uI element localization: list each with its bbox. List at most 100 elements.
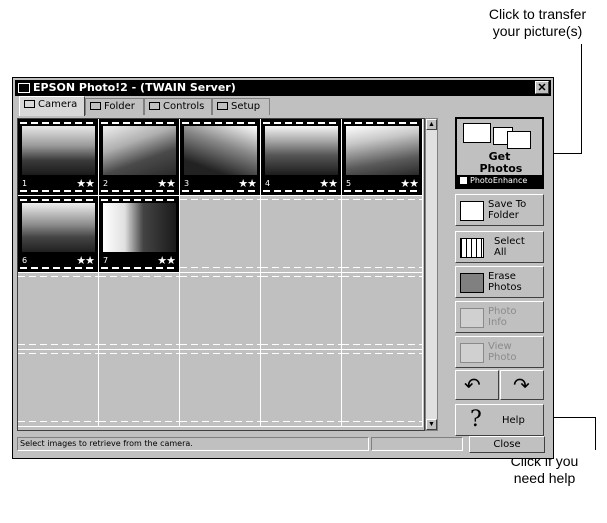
thumbnail-slot[interactable] — [342, 196, 423, 273]
window-close-button[interactable]: ✕ — [535, 81, 549, 94]
vertical-scrollbar[interactable]: ▲ ▼ — [425, 118, 438, 431]
thumbnail-6[interactable]: 6 ★★ — [18, 196, 99, 273]
help-callout-line2: need help — [513, 470, 576, 486]
film-perforation — [263, 190, 339, 192]
setup-icon — [217, 102, 228, 110]
title-bar[interactable]: EPSON Photo!2 - (TWAIN Server) ✕ — [15, 80, 551, 96]
thumbnail-slot[interactable] — [261, 196, 342, 273]
tab-setup[interactable]: Setup — [212, 98, 270, 115]
scroll-up-arrow[interactable]: ▲ — [426, 119, 437, 130]
empty-slot-divider — [261, 267, 341, 268]
rotate-left-button[interactable]: ↶ — [455, 370, 499, 400]
rating-stars: ★★ — [76, 255, 95, 267]
rating-stars: ★★ — [400, 178, 419, 190]
thumbnail-number: 5 — [346, 179, 352, 188]
save-to-folder-button[interactable]: Save To Folder — [455, 194, 544, 226]
thumbnail-2[interactable]: 2 ★★ — [99, 119, 180, 196]
thumbnail-4[interactable]: 4 ★★ — [261, 119, 342, 196]
thumbnail-slot[interactable] — [261, 350, 342, 427]
thumbnail-7[interactable]: 7 ★★ — [99, 196, 180, 273]
tab-camera-label: Camera — [38, 99, 78, 110]
tab-controls[interactable]: Controls — [144, 98, 212, 115]
empty-slot-divider — [261, 421, 341, 422]
empty-slot-divider — [342, 267, 422, 268]
thumbnail-slot[interactable] — [18, 273, 99, 350]
select-all-button[interactable]: Select All — [455, 231, 544, 263]
thumbnail-slot[interactable] — [180, 350, 261, 427]
rating-stars: ★★ — [319, 178, 338, 190]
thumbnail-3[interactable]: 3 ★★ — [180, 119, 261, 196]
transfer-callout-line1: Click to transfer — [488, 6, 587, 22]
thumbnail-1[interactable]: 1 ★★ — [18, 119, 99, 196]
rating-stars: ★★ — [157, 178, 176, 190]
tab-controls-label: Controls — [163, 101, 205, 112]
empty-slot-divider — [18, 344, 98, 345]
erase-photos-button[interactable]: Erase Photos — [455, 266, 544, 298]
scroll-down-arrow[interactable]: ▼ — [426, 419, 437, 430]
thumbnail-slot[interactable] — [180, 273, 261, 350]
window-title: EPSON Photo!2 - (TWAIN Server) — [33, 81, 236, 94]
film-perforation — [101, 122, 177, 124]
save-folder-icon — [460, 201, 484, 221]
film-perforation — [101, 199, 177, 201]
get-photos-icon — [463, 123, 535, 149]
select-all-label: Select All — [494, 236, 525, 258]
thumbnail-slot[interactable] — [99, 273, 180, 350]
tab-camera[interactable]: Camera — [19, 96, 85, 116]
get-photos-label: Get Photos — [479, 150, 523, 175]
thumbnail-slot[interactable] — [342, 350, 423, 427]
transfer-callout-line2: your picture(s) — [492, 23, 583, 39]
erase-photos-label: Erase Photos — [488, 271, 522, 293]
thumbnail-image — [22, 203, 95, 252]
film-perforation — [101, 267, 177, 269]
empty-slot-divider — [180, 344, 260, 345]
rotate-right-button[interactable]: ↷ — [500, 370, 544, 400]
empty-slot-divider — [342, 421, 422, 422]
thumbnail-image — [103, 203, 176, 252]
save-to-folder-label: Save To Folder — [488, 199, 527, 221]
tab-folder[interactable]: Folder — [85, 98, 144, 115]
rating-stars: ★★ — [76, 178, 95, 190]
photo-enhance-checkbox[interactable] — [460, 177, 467, 184]
rating-stars: ★★ — [157, 255, 176, 267]
thumbnail-grid: 1 ★★ 2 ★★ 3 ★★ 4 ★★ 5 ★★ 6 ★★ 7 ★★ — [17, 118, 425, 431]
thumbnail-slot[interactable] — [99, 350, 180, 427]
photo-info-icon — [460, 308, 484, 328]
status-bar: Select images to retrieve from the camer… — [17, 437, 369, 451]
thumbnail-slot[interactable] — [18, 350, 99, 427]
photo-enhance-row[interactable]: PhotoEnhance — [457, 175, 542, 187]
close-button[interactable]: Close — [469, 436, 545, 453]
transfer-callout: Click to transfer your picture(s) — [468, 6, 607, 40]
thumbnail-5[interactable]: 5 ★★ — [342, 119, 423, 196]
progress-bar — [371, 437, 463, 451]
photo-info-label: Photo Info — [488, 306, 517, 328]
photo-info-button[interactable]: Photo Info — [455, 301, 544, 333]
thumbnail-slot[interactable] — [261, 273, 342, 350]
tab-setup-label: Setup — [231, 101, 261, 112]
thumbnail-slot[interactable] — [180, 196, 261, 273]
question-mark-icon: ? — [470, 407, 482, 432]
empty-slot-divider — [18, 421, 98, 422]
thumbnail-number: 2 — [103, 179, 109, 188]
tab-folder-label: Folder — [104, 101, 135, 112]
empty-slot-divider — [180, 267, 260, 268]
film-perforation — [344, 190, 420, 192]
thumbnail-number: 3 — [184, 179, 190, 188]
empty-slot-divider — [342, 344, 422, 345]
film-perforation — [20, 190, 96, 192]
empty-slot-divider — [99, 344, 179, 345]
thumbnail-slot[interactable] — [342, 273, 423, 350]
help-button[interactable]: ? Help — [455, 404, 544, 436]
get-photos-button[interactable]: Get Photos PhotoEnhance — [455, 117, 544, 189]
thumbnail-image — [265, 126, 338, 175]
sliders-icon — [149, 102, 160, 110]
camera-icon — [24, 100, 35, 108]
rotate-left-icon: ↶ — [464, 373, 481, 397]
thumbnail-image — [184, 126, 257, 175]
film-perforation — [101, 190, 177, 192]
thumbnail-image — [103, 126, 176, 175]
empty-slot-divider — [261, 344, 341, 345]
empty-slot-divider — [180, 421, 260, 422]
view-photo-button[interactable]: View Photo — [455, 336, 544, 368]
thumbnail-image — [346, 126, 419, 175]
